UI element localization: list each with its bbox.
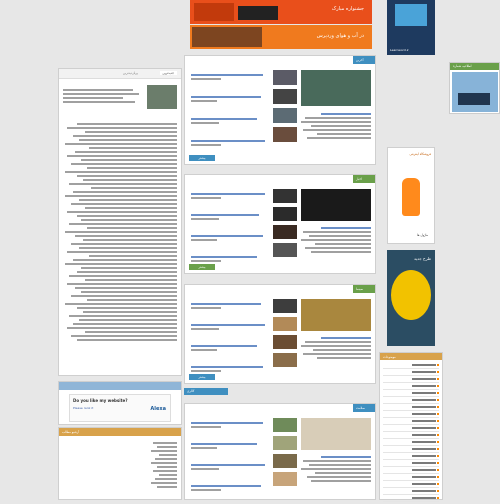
category-item[interactable] xyxy=(383,481,439,488)
right-categories-header: موضوعات xyxy=(380,353,442,360)
left-archive-header: آرشیو مطالب xyxy=(59,428,181,436)
right-ad-title: اطلاعیه شماره xyxy=(453,64,472,68)
category-item[interactable] xyxy=(383,397,439,404)
gallery-tab-label: گالری xyxy=(187,389,195,393)
alexa-widget[interactable]: Do you like my website? Please rank it A… xyxy=(58,381,182,425)
category-item[interactable] xyxy=(383,446,439,453)
orange-promo-ad[interactable]: فروشگاه اینترنتی ماژول ها xyxy=(387,147,435,244)
category-item[interactable] xyxy=(383,376,439,383)
category-item[interactable] xyxy=(383,369,439,376)
section-cinema-more[interactable]: بیشتر xyxy=(189,374,215,380)
category-item[interactable] xyxy=(383,439,439,446)
section-news-more-label: بیشتر xyxy=(198,265,206,269)
orange-ad-bottom: ماژول ها xyxy=(416,233,428,237)
left-news-list xyxy=(63,121,177,343)
section-news-more[interactable]: بیشتر xyxy=(189,264,215,270)
category-item[interactable] xyxy=(383,418,439,425)
logo-banner[interactable]: Learnword.ir xyxy=(387,0,435,55)
section-cinema: سینما بیشتر xyxy=(184,284,376,384)
left-featured-thumb[interactable] xyxy=(147,85,177,109)
top-banner-2-text: در آب و هوای وردپرس xyxy=(316,33,364,39)
section-latest-more-label: بیشتر xyxy=(198,156,206,160)
section-latest-header: آخرین مطالب xyxy=(353,56,375,70)
right-ad-header: اطلاعیه شماره xyxy=(450,63,499,70)
section-news-header: اخبار xyxy=(353,175,375,183)
category-item[interactable] xyxy=(383,460,439,467)
left-archive-title: آرشیو مطالب xyxy=(62,430,80,434)
orange-ad-title: فروشگاه اینترنتی xyxy=(409,152,431,156)
section-health-title: سلامت xyxy=(356,406,365,410)
category-item[interactable] xyxy=(383,362,439,369)
latest-main-image[interactable] xyxy=(301,70,371,106)
left-archive-panel: آرشیو مطالب xyxy=(58,427,182,500)
right-categories-list xyxy=(380,360,442,504)
category-item[interactable] xyxy=(383,411,439,418)
alexa-header xyxy=(59,382,181,390)
alexa-brand: Alexa xyxy=(150,406,166,412)
section-latest-title: آخرین مطالب xyxy=(356,58,365,70)
news-main-image[interactable] xyxy=(301,189,371,221)
tall-ad-title: طرح جدید xyxy=(413,256,431,261)
left-tab-1[interactable]: جدیدترین xyxy=(159,71,177,75)
logo-text: Learnword.ir xyxy=(390,48,409,52)
alexa-question: Do you like my website? xyxy=(73,398,128,403)
section-news-title: اخبار xyxy=(356,177,362,181)
bottle-icon xyxy=(402,178,420,216)
category-item[interactable] xyxy=(383,453,439,460)
left-tab-2[interactable]: پربازدیدترین xyxy=(120,71,141,75)
tall-ad[interactable]: طرح جدید xyxy=(387,250,435,346)
category-item[interactable] xyxy=(383,425,439,432)
section-health-header: سلامت xyxy=(353,404,375,412)
cinema-main-image[interactable] xyxy=(301,299,371,331)
category-item[interactable] xyxy=(383,488,439,495)
section-cinema-more-label: بیشتر xyxy=(198,375,206,379)
category-item[interactable] xyxy=(383,495,439,502)
health-main-image[interactable] xyxy=(301,418,371,450)
section-health: سلامت xyxy=(184,403,376,500)
section-cinema-title: سینما xyxy=(356,287,363,291)
right-categories-panel: موضوعات xyxy=(379,352,443,502)
left-tabbed-panel: جدیدترین پربازدیدترین xyxy=(58,68,182,376)
section-latest: آخرین مطالب بیشتر xyxy=(184,55,376,165)
category-item[interactable] xyxy=(383,474,439,481)
category-item[interactable] xyxy=(383,390,439,397)
gallery-tab[interactable]: گالری xyxy=(184,388,228,395)
section-latest-more[interactable]: بیشتر xyxy=(189,155,215,161)
top-banner-1[interactable]: جشنواره مبارک xyxy=(190,0,372,24)
category-item[interactable] xyxy=(383,432,439,439)
category-item[interactable] xyxy=(383,404,439,411)
category-item[interactable] xyxy=(383,383,439,390)
section-cinema-header: سینما xyxy=(353,285,375,293)
top-banner-2[interactable]: در آب و هوای وردپرس xyxy=(190,25,372,49)
section-news: اخبار بیشتر xyxy=(184,174,376,274)
alexa-sub: Please rank it xyxy=(73,406,94,410)
category-item[interactable] xyxy=(383,467,439,474)
top-banner-1-text: جشنواره مبارک xyxy=(331,6,364,12)
right-categories-title: موضوعات xyxy=(383,355,396,359)
right-ad[interactable]: اطلاعیه شماره xyxy=(449,62,500,114)
